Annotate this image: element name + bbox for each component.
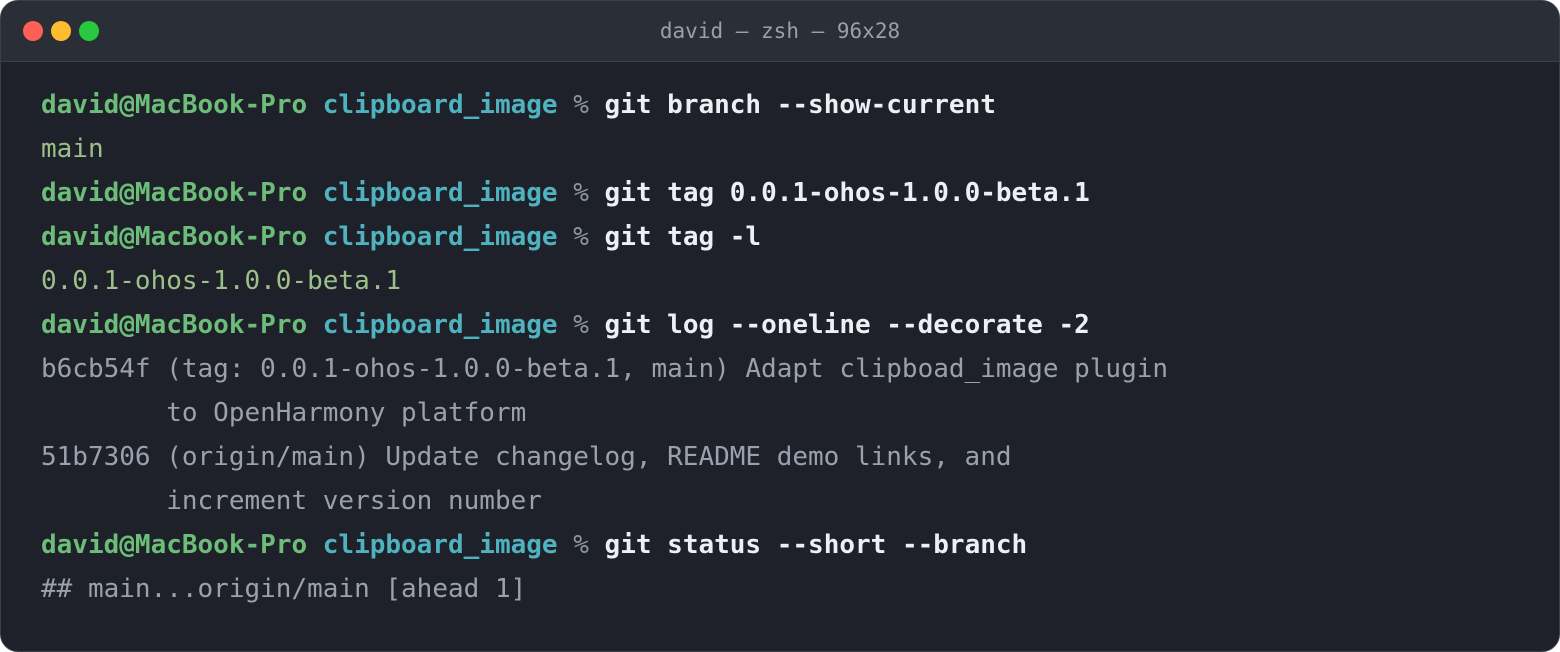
prompt-user: david@MacBook-Pro — [41, 90, 308, 120]
command-text: git tag 0.0.1-ohos-1.0.0-beta.1 — [604, 178, 1090, 208]
window-title: david — zsh — 96x28 — [659, 19, 901, 43]
command-text: git status --short --branch — [604, 530, 1028, 560]
prompt-user: david@MacBook-Pro — [41, 178, 308, 208]
output-line: increment version number — [41, 486, 542, 516]
command-text: git tag -l — [604, 222, 762, 252]
prompt-symbol: % — [573, 178, 589, 208]
prompt-line: david@MacBook-Pro clipboard_image % git … — [41, 171, 1168, 215]
prompt-symbol: % — [573, 90, 589, 120]
prompt-directory: clipboard_image — [322, 178, 558, 208]
command-text: git log --oneline --decorate -2 — [604, 310, 1090, 340]
prompt-symbol: % — [573, 222, 589, 252]
prompt-line: david@MacBook-Pro clipboard_image % git … — [41, 83, 1168, 127]
output-line: b6cb54f (tag: 0.0.1-ohos-1.0.0-beta.1, m… — [41, 354, 1169, 384]
prompt-line: david@MacBook-Pro clipboard_image % git … — [41, 523, 1168, 567]
prompt-directory: clipboard_image — [322, 310, 558, 340]
prompt-line: david@MacBook-Pro clipboard_image % git … — [41, 303, 1168, 347]
output-line: to OpenHarmony platform — [41, 398, 527, 428]
terminal-output[interactable]: david@MacBook-Pro clipboard_image % git … — [41, 83, 1168, 611]
terminal-window: david — zsh — 96x28 david@MacBook-Pro cl… — [0, 0, 1560, 652]
output-line: main — [41, 134, 104, 164]
title-bar[interactable]: david — zsh — 96x28 — [1, 1, 1559, 62]
output-line: 51b7306 (origin/main) Update changelog, … — [41, 442, 1012, 472]
output-line: 0.0.1-ohos-1.0.0-beta.1 — [41, 266, 402, 296]
prompt-directory: clipboard_image — [322, 222, 558, 252]
command-text: git branch --show-current — [604, 90, 996, 120]
output-line: ## main...origin/main [ahead 1] — [41, 574, 527, 604]
prompt-directory: clipboard_image — [322, 530, 558, 560]
prompt-user: david@MacBook-Pro — [41, 310, 308, 340]
prompt-line: david@MacBook-Pro clipboard_image % git … — [41, 215, 1168, 259]
prompt-directory: clipboard_image — [322, 90, 558, 120]
prompt-user: david@MacBook-Pro — [41, 222, 308, 252]
prompt-symbol: % — [573, 530, 589, 560]
prompt-user: david@MacBook-Pro — [41, 530, 308, 560]
prompt-symbol: % — [573, 310, 589, 340]
